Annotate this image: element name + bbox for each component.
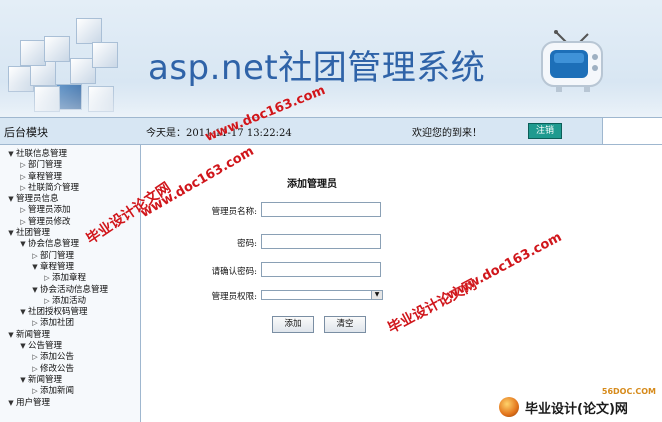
collapse-arrow-icon[interactable]: ▷ [18, 217, 28, 228]
collapse-arrow-icon[interactable]: ▷ [30, 318, 40, 329]
collapse-arrow-icon[interactable]: ▷ [42, 273, 52, 284]
sidebar-item-label: 添加章程 [52, 273, 87, 284]
confirm-password-label: 请确认密码: [211, 267, 257, 277]
sidebar-item-label: 新闻管理 [16, 329, 51, 340]
sidebar-item-label: 新闻管理 [28, 374, 63, 385]
sidebar-item-label: 协会信息管理 [28, 239, 80, 250]
collapse-arrow-icon[interactable]: ▷ [30, 386, 40, 397]
admin-name-input[interactable] [261, 202, 381, 217]
expand-arrow-icon[interactable]: ▼ [18, 375, 28, 386]
sidebar-item[interactable]: ▷ 添加活动 [0, 296, 140, 307]
collapse-arrow-icon[interactable]: ▷ [18, 172, 28, 183]
logo-brand: 毕业设计(论文)网 [525, 402, 628, 417]
clear-button[interactable]: 清空 [324, 316, 366, 333]
sidebar-item[interactable]: ▼ 社团授权码管理 [0, 307, 140, 318]
sidebar-item[interactable]: ▼ 新闻管理 [0, 375, 140, 386]
password-label: 密码: [237, 239, 257, 249]
expand-arrow-icon[interactable]: ▼ [6, 149, 16, 160]
sidebar-item-label: 章程管理 [40, 261, 75, 272]
confirm-password-input[interactable] [261, 262, 381, 277]
sidebar-item[interactable]: ▷ 添加公告 [0, 352, 140, 363]
expand-arrow-icon[interactable]: ▼ [6, 228, 16, 239]
expand-arrow-icon[interactable]: ▼ [6, 194, 16, 205]
sidebar-item-label: 添加新闻 [40, 386, 75, 397]
sidebar-item-label: 添加社团 [40, 318, 75, 329]
sidebar-item-label: 添加公告 [40, 352, 75, 363]
sidebar-item-label: 协会活动信息管理 [40, 284, 109, 295]
menu-tree: ▼ 社联信息管理 ▷ 部门管理 ▷ 章程管理 ▷ 社联简介管理 ▼ 管理员信息 ▷ 管理员添加 ▷ 管理员… [0, 145, 140, 409]
sidebar-item-label: 管理员添加 [28, 205, 71, 216]
collapse-arrow-icon[interactable]: ▷ [30, 364, 40, 375]
collapse-arrow-icon[interactable]: ▷ [18, 160, 28, 171]
sidebar-item[interactable]: ▷ 添加社团 [0, 318, 140, 329]
tv-icon [541, 30, 603, 92]
sidebar-item-label: 社团授权码管理 [28, 307, 88, 318]
collapse-arrow-icon[interactable]: ▷ [18, 183, 28, 194]
sidebar-item-label: 管理员信息 [16, 194, 59, 205]
expand-arrow-icon[interactable]: ▼ [18, 239, 28, 250]
top-right-panel [602, 118, 662, 144]
sidebar-item[interactable]: ▷ 部门管理 [0, 251, 140, 262]
role-label: 管理员权限: [211, 292, 257, 302]
globe-icon [499, 397, 519, 417]
top-info-bar: 后台模块 今天是：2011-11-17 13:22:24 欢迎您的到来！ 注销 [0, 117, 662, 145]
sidebar-item[interactable]: ▷ 部门管理 [0, 160, 140, 171]
form-title: 添加管理员 [287, 179, 337, 190]
sidebar-item-label: 部门管理 [40, 250, 75, 261]
collapse-arrow-icon[interactable]: ▷ [30, 251, 40, 262]
collapse-arrow-icon[interactable]: ▷ [30, 352, 40, 363]
cube-graphic [20, 40, 46, 66]
sidebar-item-label: 用户管理 [16, 397, 51, 408]
role-select[interactable]: ▼ [261, 290, 383, 300]
sidebar-item[interactable]: ▷ 添加新闻 [0, 386, 140, 397]
module-label: 后台模块 [4, 126, 48, 139]
sidebar-item[interactable]: ▼ 社联信息管理 [0, 149, 140, 160]
cube-graphic [76, 18, 102, 44]
expand-arrow-icon[interactable]: ▼ [18, 341, 28, 352]
expand-arrow-icon[interactable]: ▼ [18, 307, 28, 318]
sidebar-item[interactable]: ▷ 章程管理 [0, 172, 140, 183]
expand-arrow-icon[interactable]: ▼ [30, 285, 40, 296]
sidebar-item[interactable]: ▷ 添加章程 [0, 273, 140, 284]
sidebar-item[interactable]: ▼ 管理员信息 [0, 194, 140, 205]
sidebar-item[interactable]: ▼ 章程管理 [0, 262, 140, 273]
sidebar-item[interactable]: ▼ 用户管理 [0, 398, 140, 409]
sidebar-item[interactable]: ▼ 公告管理 [0, 341, 140, 352]
collapse-arrow-icon[interactable]: ▷ [42, 296, 52, 307]
sidebar-item[interactable]: ▼ 新闻管理 [0, 330, 140, 341]
welcome-text: 欢迎您的到来！ [412, 128, 482, 139]
sidebar-menu: ▼ 社联信息管理 ▷ 部门管理 ▷ 章程管理 ▷ 社联简介管理 ▼ 管理员信息 ▷ 管理员添加 ▷ 管理员… [0, 145, 141, 422]
sidebar-item-label: 管理员修改 [28, 216, 71, 227]
sidebar-item-label: 公告管理 [28, 341, 63, 352]
sidebar-item-label: 社联简介管理 [28, 182, 80, 193]
expand-arrow-icon[interactable]: ▼ [30, 262, 40, 273]
sidebar-item[interactable]: ▼ 协会信息管理 [0, 239, 140, 250]
expand-arrow-icon[interactable]: ▼ [6, 398, 16, 409]
cube-graphic [92, 42, 118, 68]
cube-graphic [44, 36, 70, 62]
add-button[interactable]: 添加 [272, 316, 314, 333]
sidebar-item[interactable]: ▼ 协会活动信息管理 [0, 285, 140, 296]
sidebar-item-label: 部门管理 [28, 160, 63, 171]
logout-button[interactable]: 注销 [528, 123, 562, 139]
sidebar-item-label: 添加活动 [52, 295, 87, 306]
header-banner: asp.net社团管理系统 [0, 0, 662, 117]
collapse-arrow-icon[interactable]: ▷ [18, 205, 28, 216]
sidebar-item[interactable]: ▷ 社联简介管理 [0, 183, 140, 194]
main-content: 添加管理员 管理员名称: 密码: 请确认密码: 管理员权限: ▼ 添加 清空 [141, 145, 662, 422]
logo-site: 56DOC.COM [601, 387, 656, 396]
site-title: asp.net社团管理系统 [148, 48, 486, 88]
expand-arrow-icon[interactable]: ▼ [6, 330, 16, 341]
sidebar-item-label: 修改公告 [40, 363, 75, 374]
password-input[interactable] [261, 234, 381, 249]
sidebar-item[interactable]: ▷ 修改公告 [0, 364, 140, 375]
corner-logo: 56DOC.COM 毕业设计(论文)网 [495, 387, 662, 422]
chevron-down-icon[interactable]: ▼ [371, 291, 382, 299]
sidebar-item-label: 社联信息管理 [16, 149, 68, 159]
sidebar-item-label: 章程管理 [28, 171, 63, 182]
sidebar-item-label: 社团管理 [16, 228, 51, 239]
